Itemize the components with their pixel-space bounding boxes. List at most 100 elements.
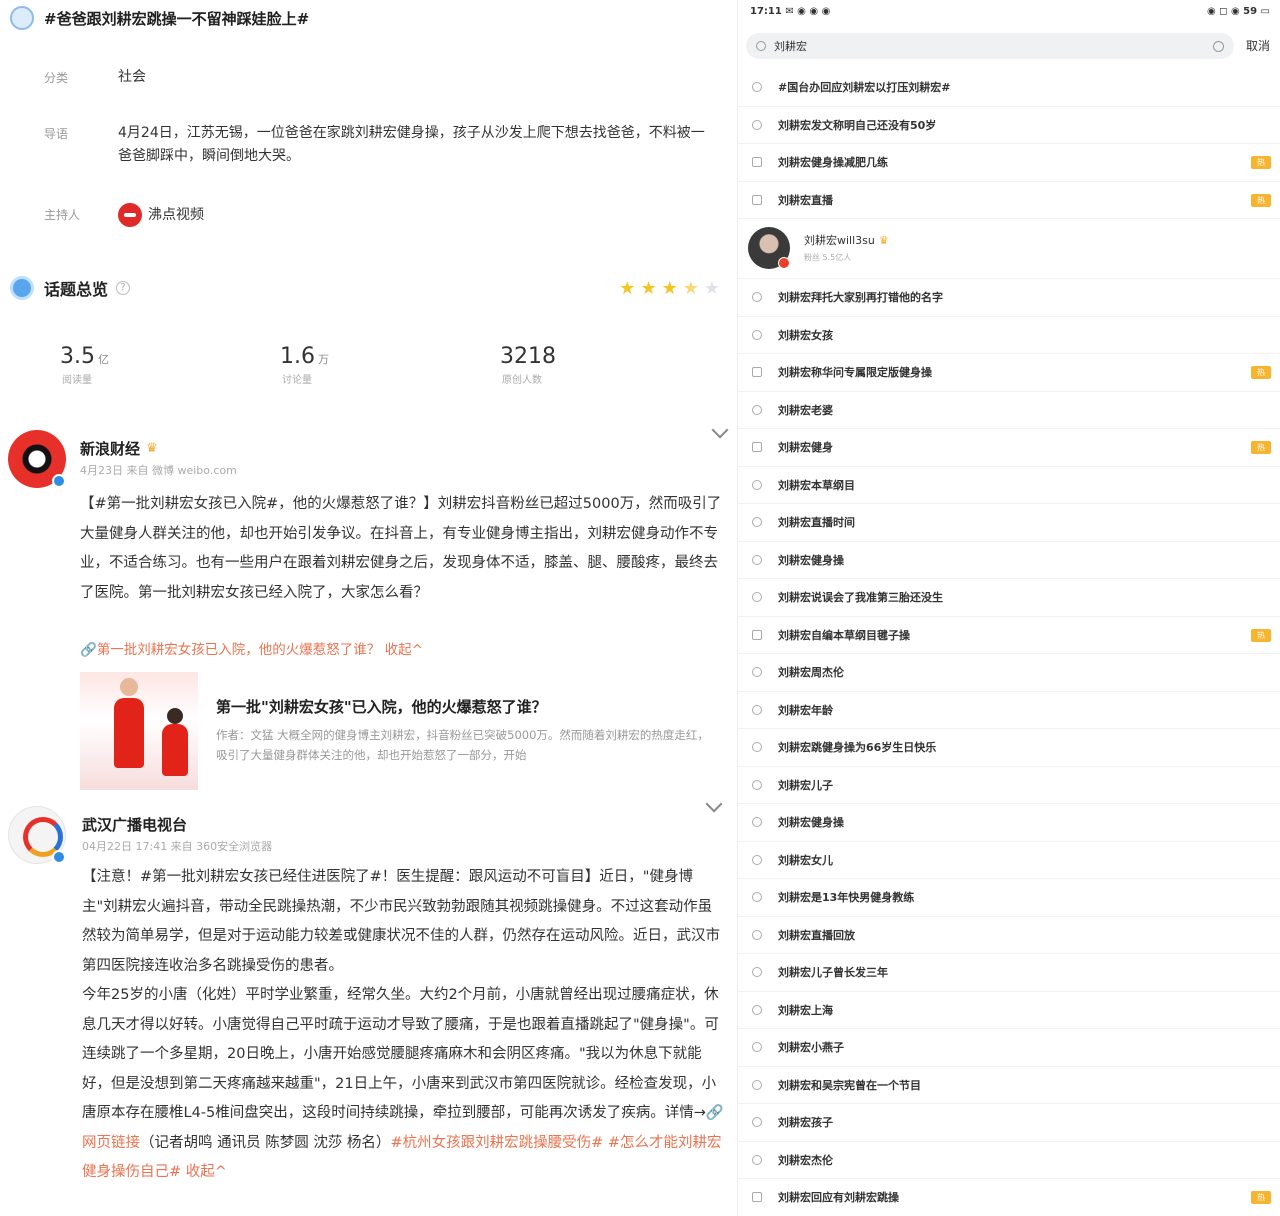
search-icon [752,517,762,528]
suggestion-item[interactable]: 刘耕宏孩子 [738,1104,1280,1142]
suggestion-item[interactable]: 刘耕宏小燕子 [738,1029,1280,1067]
suggestion-item[interactable]: 刘耕宏回应有刘耕宏跳操 热 [738,1179,1280,1216]
suggestion-item[interactable]: 刘耕宏称华问专属限定版健身操 热 [738,354,1280,392]
suggestion-text: 刘耕宏本草纲目 [778,478,855,492]
suggestion-item[interactable]: 刘耕宏直播回放 [738,917,1280,954]
star-icon: ★ [703,277,720,299]
category-label: 分类 [44,71,69,85]
topic-title: #爸爸跟刘耕宏跳操一不留神踩娃脸上# [44,9,310,28]
suggestion-item[interactable]: 刘耕宏自编本草纲目毽子操 热 [738,617,1280,654]
suggestion-item[interactable]: 刘耕宏儿子曾长发三年 [738,954,1280,992]
stat-original: 3218 原创人数 [500,344,720,386]
suggestion-text: 刘耕宏女孩 [778,328,833,342]
suggestion-item[interactable]: 刘耕宏女儿 [738,842,1280,879]
verified-icon [52,474,66,488]
user-suggestion[interactable]: 刘耕宏will3su ♛ 粉丝 5.5亿人 [738,219,1280,279]
verified-icon [52,850,66,864]
search-icon [752,292,762,303]
suggestion-text: 刘耕宏老婆 [778,403,833,417]
suggestion-text: 刘耕宏上海 [778,1003,833,1017]
suggestion-item[interactable]: 刘耕宏年龄 [738,692,1280,729]
hot-badge: 热 [1251,1191,1271,1204]
suggestion-item[interactable]: 刘耕宏周杰伦 [738,654,1280,692]
suggestion-item[interactable]: 刘耕宏本草纲目 [738,467,1280,504]
suggestion-text: 刘耕宏称华问专属限定版健身操 [778,366,932,380]
stat-discuss-unit: 万 [318,353,329,366]
suggestion-item[interactable]: 刘耕宏说误会了我准第三胎还没生 [738,579,1280,617]
suggestion-item[interactable]: 刘耕宏直播 热 [738,182,1280,219]
suggestion-item[interactable]: 刘耕宏跳健身操为66岁生日快乐 [738,729,1280,767]
suggestion-item[interactable]: 刘耕宏和吴宗宪曾在一个节目 [738,1067,1280,1104]
link-icon: 🔗 [80,642,97,658]
suggestion-text: 刘耕宏自编本草纲目毽子操 [778,628,910,642]
suggestion-item[interactable]: 刘耕宏拜托大家别再打错他的名字 [738,279,1280,317]
suggestion-item[interactable]: 刘耕宏杰伦 [738,1142,1280,1179]
suggestion-item[interactable]: 刘耕宏健身操 [738,542,1280,579]
intro-value: 4月24日，江苏无锡，一位爸爸在家跳刘耕宏健身操，孩子从沙发上爬下想去找爸爸，不… [118,125,705,164]
suggestion-item[interactable]: 刘耕宏发文称明自己还没有50岁 [738,107,1280,144]
suggestion-item[interactable]: 刘耕宏是13年快男健身教练 [738,879,1280,917]
clear-icon[interactable] [1213,40,1224,52]
star-icon: ★ [661,277,678,299]
post-body: 【注意！#第一批刘耕宏女孩已经住进医院了#！医生提醒：跟风运动不可盲目】近日，"… [82,863,724,1188]
hot-badge: 热 [1251,366,1271,379]
search-icon [752,817,762,828]
search-icon [752,667,762,678]
suggestion-text: 刘耕宏女儿 [778,853,833,867]
stat-discuss-value: 1.6 [280,344,315,369]
suggestion-text: #国台办回应刘耕宏以打压刘耕宏# [778,81,951,95]
collapse-button[interactable]: 收起^ [186,1164,227,1180]
search-input[interactable] [774,39,1184,53]
hot-badge: 热 [1251,193,1271,207]
user-sub: 粉丝 5.5亿人 [804,253,852,262]
stat-read: 3.5 亿 阅读量 [60,344,280,386]
search-icon [752,1042,762,1053]
search-bar[interactable] [746,33,1234,59]
suggestion-item[interactable]: 刘耕宏健身操减肥几练 热 [738,144,1280,182]
user-name: 刘耕宏will3su ♛ [804,234,889,247]
intro-label: 导语 [44,127,69,141]
post-footer-link[interactable]: 第一批刘耕宏女孩已入院，他的火爆惹怒了谁？ [97,642,381,658]
search-icon [756,41,766,51]
question-icon[interactable]: ? [116,281,131,295]
status-right: ◉ ◻ ◉ 59 ▭ [1206,6,1270,17]
hot-topic-icon [752,1192,762,1203]
cancel-button[interactable]: 取消 [1246,37,1270,54]
article-card[interactable]: 第一批"刘耕宏女孩"已入院，他的火爆惹怒了谁？ 作者：文猛 大概全网的健身博主刘… [80,672,720,790]
star-icon: ★ [682,277,699,299]
host-name[interactable]: 沸点视频 [148,207,204,223]
suggestion-item[interactable]: 刘耕宏女孩 [738,317,1280,354]
stat-read-label: 阅读量 [62,375,92,386]
chevron-down-icon[interactable] [705,795,723,813]
suggestion-item[interactable]: 刘耕宏健身 热 [738,429,1280,467]
stat-read-unit: 亿 [98,353,109,366]
overview-title: 话题总览 [44,280,109,299]
hot-topic-icon [752,157,762,168]
suggestion-item[interactable]: 刘耕宏老婆 [738,392,1280,429]
author-name[interactable]: 新浪财经 ♛ [80,438,158,459]
suggestion-text: 刘耕宏是13年快男健身教练 [778,891,915,905]
topic-detail-panel: #爸爸跟刘耕宏跳操一不留神踩娃脸上# 分类 社会 导语 4月24日，江苏无锡，一… [0,0,735,1216]
suggestion-text: 刘耕宏和吴宗宪曾在一个节目 [778,1078,921,1092]
chevron-down-icon[interactable] [711,421,729,439]
suggestion-item[interactable]: 刘耕宏健身操 [738,804,1280,842]
suggestion-item[interactable]: 刘耕宏上海 [738,992,1280,1029]
search-icon [752,704,762,715]
hot-badge: 热 [1251,628,1271,642]
post-meta: 04月22日 17:41 来自 360安全浏览器 [82,840,273,853]
post-footer: 🔗第一批刘耕宏女孩已入院，他的火爆惹怒了谁？ 收起^ [80,636,725,666]
collapse-button[interactable]: 收起^ [385,642,423,658]
hot-topic-icon [752,629,762,640]
suggestion-item[interactable]: #国台办回应刘耕宏以打压刘耕宏# [738,69,1280,107]
search-icon [752,554,762,565]
search-icon [752,1079,762,1090]
host-value[interactable]: 沸点视频 [118,203,718,227]
host-label: 主持人 [44,208,81,222]
suggestion-item[interactable]: 刘耕宏儿子 [738,767,1280,804]
author-name[interactable]: 武汉广播电视台 [82,814,187,835]
suggestion-item[interactable]: 刘耕宏直播时间 [738,504,1280,542]
hot-badge: 热 [1251,156,1271,169]
hot-topic-icon [752,194,762,205]
stat-original-value: 3218 [500,344,556,369]
crown-icon: ♛ [146,441,158,456]
